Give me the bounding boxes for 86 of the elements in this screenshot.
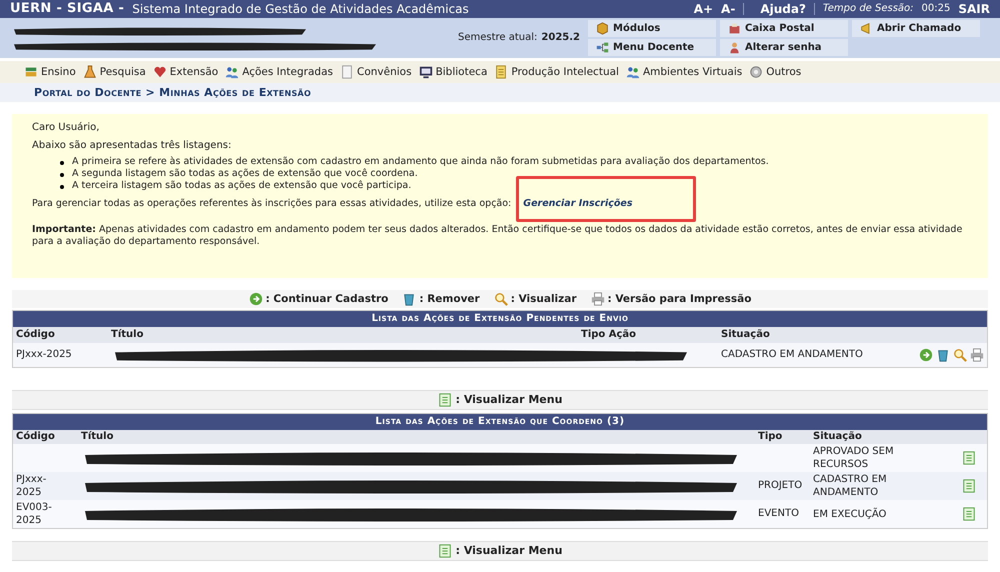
table-cell-text: APROVADO SEM RECURSOS: [813, 445, 895, 471]
table-cell-text: EV003-2025: [16, 501, 53, 527]
legend-item: : Continuar Cadastro: [248, 292, 388, 306]
bullet-item: A terceira listagem são todas as ações de extensão que você participa.: [60, 180, 968, 192]
menu-item[interactable]: Pesquisa: [82, 65, 146, 79]
table-cell-text: EM EXECUÇÃO: [813, 508, 888, 520]
view-menu-link[interactable]: : Visualizar Menu: [456, 394, 562, 406]
table-cell-text: PJxxx-2025: [16, 349, 73, 361]
table-title: Lista das Ações de Extensão Pendentes de Envio: [13, 311, 987, 327]
logout-link[interactable]: SAIR: [958, 3, 990, 15]
row-action[interactable]: [970, 348, 984, 362]
manage-link[interactable]: Gerenciar Inscrições: [523, 198, 632, 209]
hierarchy-icon: [596, 41, 610, 54]
people-icon: [225, 65, 240, 79]
table-cell-text: PROJETO: [758, 480, 804, 492]
column-header: Tipo: [758, 431, 784, 443]
table-cell-text: CADASTRO EM ANDAMENTO: [721, 349, 864, 361]
people-icon: [626, 65, 640, 79]
table-title: Lista das Ações de Extensão que Coordeno (3): [13, 414, 987, 430]
shortcut-link[interactable]: Abrir Chamado: [852, 20, 980, 37]
column-header: Situação: [721, 329, 771, 341]
mailbox-icon: [728, 22, 742, 35]
search-icon: [953, 348, 967, 362]
legend-item: : Versão para Impressão: [590, 292, 752, 306]
flask-icon: [82, 65, 97, 79]
row-action[interactable]: [953, 348, 967, 362]
heart-icon: [152, 65, 167, 79]
column-header: Tipo Ação: [581, 329, 638, 341]
legend-item: : Remover: [402, 292, 480, 306]
brand-title: UERN - SIGAA -: [10, 3, 124, 15]
legend-item: : Visualizar: [494, 292, 577, 306]
column-header: Situação: [813, 431, 863, 443]
menu-item[interactable]: Ambientes Virtuais: [626, 65, 742, 79]
monitor-icon: [418, 65, 433, 79]
trash-icon: [936, 348, 950, 362]
help-link[interactable]: Ajuda?: [752, 3, 815, 15]
document-icon: [340, 65, 354, 79]
list-icon: [962, 507, 976, 521]
menu-item[interactable]: Convênios: [340, 65, 412, 79]
session-time: 00:25: [922, 3, 950, 15]
table-cell-text: EVENTO: [758, 508, 800, 520]
column-header: Título: [81, 431, 114, 443]
shortcut-link[interactable]: Caixa Postal: [720, 20, 848, 37]
bullet-item: A segunda listagem são todas as ações de extensão que você coordena.: [60, 168, 968, 180]
books-icon: [24, 65, 38, 79]
shortcut-link[interactable]: Módulos: [588, 20, 716, 37]
person-icon: [728, 41, 742, 54]
table-cell-text: PJxxx-2025: [16, 473, 48, 499]
shortcut-link[interactable]: Alterar senha: [720, 39, 848, 56]
cube-icon: [596, 22, 610, 35]
column-header: Código: [16, 431, 56, 443]
font-decrease-link[interactable]: A-: [721, 3, 744, 15]
list-icon: [438, 393, 452, 407]
breadcrumb: Portal do Docente > Minhas Ações de Extensão: [34, 86, 312, 98]
intro-text: Abaixo são apresentadas três listagens:: [32, 140, 232, 152]
column-header: Código: [16, 329, 56, 341]
notepad-icon: [494, 65, 508, 79]
column-header: Título: [111, 329, 144, 341]
trash-icon: [402, 292, 416, 306]
list-icon: [962, 479, 976, 493]
table-cell-text: CADASTRO EM ANDAMENTO: [813, 473, 888, 499]
important-text: Importante: Apenas atividades com cadastro em andamento podem ter seus dados alterados. Então certifique-se que todos os dados da atividade estão corretos, antes de enviar essa atividade para a avaliação do departamento responsável.: [32, 224, 964, 248]
menu-item[interactable]: Produção Intelectual: [494, 65, 619, 79]
row-action[interactable]: [919, 348, 933, 362]
row-action[interactable]: [936, 348, 950, 362]
bullet-item: A primeira se refere às atividades de extensão com cadastro em andamento que ainda não foram submetidas para avaliação dos departamentos.: [60, 156, 968, 168]
semester-label: Semestre atual:: [458, 32, 538, 44]
menu-item[interactable]: Ações Integradas: [225, 65, 333, 79]
printer-icon: [970, 348, 984, 362]
manage-text: Para gerenciar todas as operações referentes às inscrições para essas atividades, utilize esta opção:: [32, 198, 512, 210]
font-increase-link[interactable]: A+: [694, 3, 714, 15]
list-icon: [962, 451, 976, 465]
system-name: Sistema Integrado de Gestão de Atividades Acadêmicas: [132, 3, 469, 15]
menu-item[interactable]: Biblioteca: [418, 65, 488, 79]
menu-item[interactable]: Outros: [749, 65, 802, 79]
settings-icon: [749, 65, 764, 79]
menu-item[interactable]: Extensão: [152, 65, 218, 79]
greeting-text: Caro Usuário,: [32, 122, 100, 134]
list-icon: [438, 544, 452, 558]
search-icon: [494, 292, 508, 306]
menu-item[interactable]: Ensino: [24, 65, 76, 79]
view-menu-link[interactable]: : Visualizar Menu: [456, 545, 562, 557]
session-label: Tempo de Sessão:: [822, 3, 914, 15]
forward-icon: [919, 348, 933, 362]
shortcut-link[interactable]: Menu Docente: [588, 39, 716, 56]
semester-value: 2025.2: [541, 32, 580, 44]
